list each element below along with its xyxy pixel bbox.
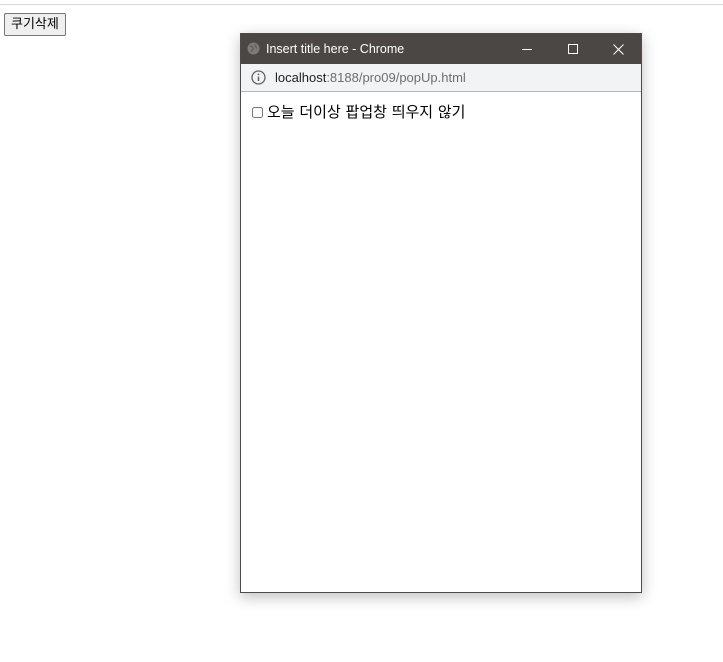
popup-window: Insert title here - Chrome localhost:818… (240, 33, 642, 593)
popup-titlebar[interactable]: Insert title here - Chrome (241, 34, 641, 64)
dont-show-today-label: 오늘 더이상 팝업창 띄우지 않기 (267, 103, 466, 121)
info-icon[interactable] (251, 70, 266, 85)
minimize-icon (522, 49, 532, 50)
close-button[interactable] (595, 34, 641, 64)
minimize-button[interactable] (504, 34, 550, 64)
maximize-icon (568, 44, 578, 54)
popup-content: 오늘 더이상 팝업창 띄우지 않기 (241, 92, 641, 592)
popup-window-title: Insert title here - Chrome (266, 42, 405, 56)
parent-page: 쿠기삭제 Insert title here - Chrome localhos… (0, 0, 723, 662)
dont-show-today-option[interactable]: 오늘 더이상 팝업창 띄우지 않기 (252, 102, 465, 122)
maximize-button[interactable] (550, 34, 596, 64)
delete-cookie-button[interactable]: 쿠기삭제 (4, 13, 66, 36)
top-divider (0, 4, 723, 5)
url-path: :8188/pro09/popUp.html (326, 70, 466, 85)
url-host: localhost (275, 70, 327, 85)
dont-show-today-checkbox[interactable] (252, 106, 263, 118)
popup-url: localhost:8188/pro09/popUp.html (275, 64, 466, 91)
globe-icon (247, 42, 260, 55)
close-icon (612, 43, 624, 55)
popup-address-bar[interactable]: localhost:8188/pro09/popUp.html (241, 64, 641, 92)
